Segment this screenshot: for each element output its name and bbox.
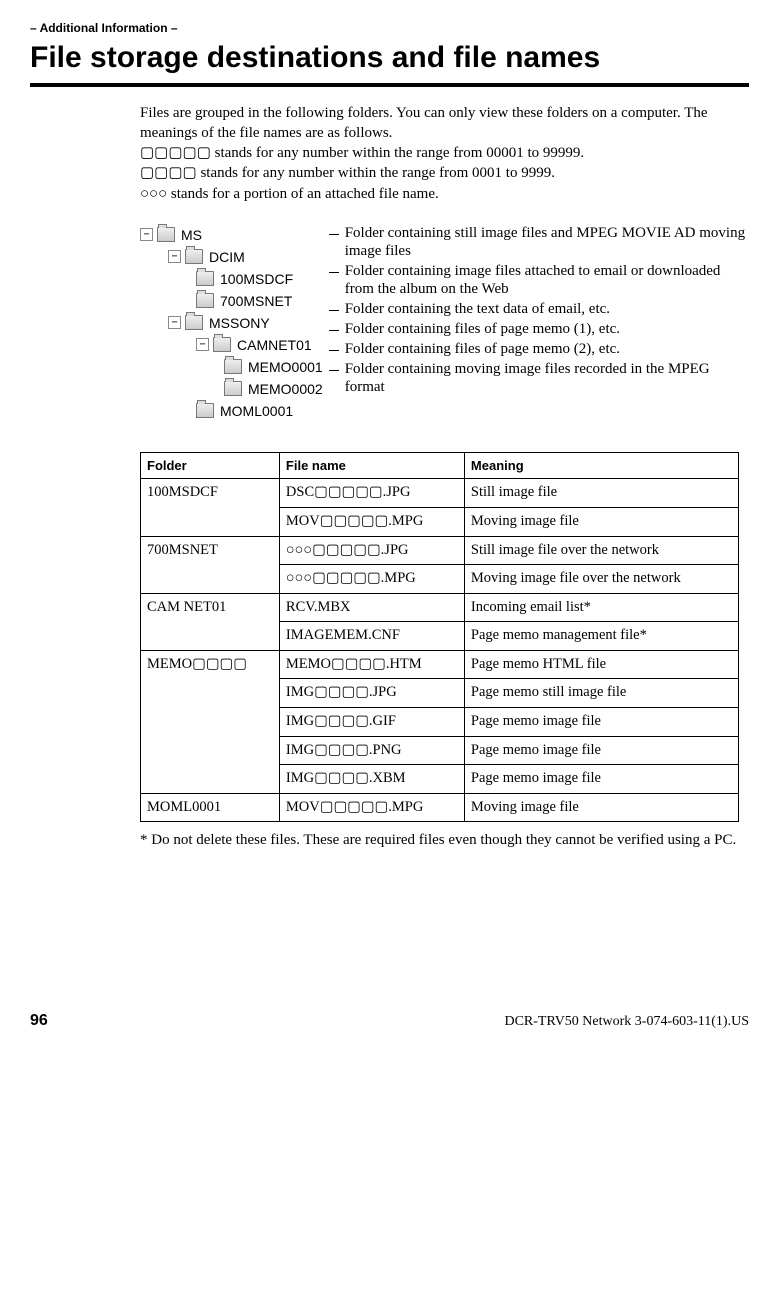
folder-desc: Folder containing image files attached t… xyxy=(335,262,749,298)
cell-file: IMG▢▢▢▢.XBM xyxy=(279,765,464,794)
intro-line: ▢▢▢▢ stands for any number within the ra… xyxy=(140,163,739,183)
cell-file: ○○○▢▢▢▢▢.MPG xyxy=(279,565,464,594)
tree-label: MS xyxy=(181,224,202,246)
cell-meaning: Page memo still image file xyxy=(464,679,738,708)
col-filename: File name xyxy=(279,452,464,479)
cell-meaning: Page memo HTML file xyxy=(464,650,738,679)
table-row: 700MSNET ○○○▢▢▢▢▢.JPG Still image file o… xyxy=(141,536,739,565)
intro-line: Files are grouped in the following folde… xyxy=(140,103,739,144)
page-number: 96 xyxy=(30,1010,48,1032)
table-row: MEMO▢▢▢▢ MEMO▢▢▢▢.HTM Page memo HTML fil… xyxy=(141,650,739,679)
table-header-row: Folder File name Meaning xyxy=(141,452,739,479)
tree-node: − MSSONY xyxy=(140,312,323,334)
folder-tree: −MS −DCIM 100MSDCF 700MSNET −MSSONY −CAM… xyxy=(140,224,323,422)
tree-label: 700MSNET xyxy=(220,290,292,312)
folder-desc: Folder containing files of page memo (2)… xyxy=(335,340,749,358)
cell-file: IMG▢▢▢▢.GIF xyxy=(279,707,464,736)
folder-icon xyxy=(185,249,203,264)
cell-meaning: Page memo image file xyxy=(464,707,738,736)
tree-node: − MS xyxy=(140,224,323,246)
folder-icon xyxy=(196,271,214,286)
tree-label: 100MSDCF xyxy=(220,268,293,290)
folder-icon xyxy=(213,337,231,352)
tree-node: 100MSDCF xyxy=(140,268,323,290)
cell-file: ○○○▢▢▢▢▢.JPG xyxy=(279,536,464,565)
cell-meaning: Page memo management file* xyxy=(464,622,738,651)
cell-folder: CAM NET01 xyxy=(141,593,280,650)
intro-line: ▢▢▢▢▢ stands for any number within the r… xyxy=(140,143,739,163)
tree-node: − DCIM xyxy=(140,246,323,268)
tree-node: − CAMNET01 xyxy=(140,334,323,356)
doc-id: DCR-TRV50 Network 3-074-603-11(1).US xyxy=(504,1013,749,1032)
tree-label: DCIM xyxy=(209,246,245,268)
cell-meaning: Still image file over the network xyxy=(464,536,738,565)
cell-meaning: Moving image file xyxy=(464,793,738,822)
folder-icon xyxy=(185,315,203,330)
folder-desc: Folder containing still image files and … xyxy=(335,224,749,260)
cell-file: MEMO▢▢▢▢.HTM xyxy=(279,650,464,679)
tree-node: MEMO0001 xyxy=(140,356,323,378)
cell-meaning: Incoming email list* xyxy=(464,593,738,622)
page-title: File storage destinations and file names xyxy=(30,38,749,79)
tree-label: MEMO0001 xyxy=(248,356,323,378)
col-meaning: Meaning xyxy=(464,452,738,479)
intro-line: ○○○ stands for a portion of an attached … xyxy=(140,184,739,204)
cell-meaning: Still image file xyxy=(464,479,738,508)
folder-icon xyxy=(224,359,242,374)
tree-label: MSSONY xyxy=(209,312,270,334)
page-footer: 96 DCR-TRV50 Network 3-074-603-11(1).US xyxy=(30,1010,749,1032)
cell-file: IMG▢▢▢▢.JPG xyxy=(279,679,464,708)
intro-block: Files are grouped in the following folde… xyxy=(140,103,739,204)
cell-folder: 700MSNET xyxy=(141,536,280,593)
cell-folder: MOML0001 xyxy=(141,793,280,822)
cell-folder: 100MSDCF xyxy=(141,479,280,536)
collapse-icon: − xyxy=(168,250,181,263)
cell-meaning: Page memo image file xyxy=(464,765,738,794)
collapse-icon: − xyxy=(168,316,181,329)
folder-desc: Folder containing the text data of email… xyxy=(335,300,749,318)
cell-meaning: Moving image file xyxy=(464,508,738,537)
cell-meaning: Page memo image file xyxy=(464,736,738,765)
cell-file: IMAGEMEM.CNF xyxy=(279,622,464,651)
cell-file: IMG▢▢▢▢.PNG xyxy=(279,736,464,765)
table-footnote: * Do not delete these files. These are r… xyxy=(140,830,739,850)
tree-label: CAMNET01 xyxy=(237,334,312,356)
folder-diagram: −MS −DCIM 100MSDCF 700MSNET −MSSONY −CAM… xyxy=(140,224,749,422)
cell-file: MOV▢▢▢▢▢.MPG xyxy=(279,793,464,822)
cell-file: DSC▢▢▢▢▢.JPG xyxy=(279,479,464,508)
title-rule xyxy=(30,83,749,87)
folder-icon xyxy=(224,381,242,396)
tree-label: MEMO0002 xyxy=(248,378,323,400)
table-row: MOML0001 MOV▢▢▢▢▢.MPG Moving image file xyxy=(141,793,739,822)
cell-meaning: Moving image file over the network xyxy=(464,565,738,594)
collapse-icon: − xyxy=(196,338,209,351)
folder-icon xyxy=(157,227,175,242)
folder-descriptions: Folder containing still image files and … xyxy=(335,224,749,398)
tree-label: MOML0001 xyxy=(220,400,293,422)
section-label: – Additional Information – xyxy=(30,20,749,36)
col-folder: Folder xyxy=(141,452,280,479)
cell-file: RCV.MBX xyxy=(279,593,464,622)
tree-node: MOML0001 xyxy=(140,400,323,422)
table-row: 100MSDCF DSC▢▢▢▢▢.JPG Still image file xyxy=(141,479,739,508)
folder-desc: Folder containing files of page memo (1)… xyxy=(335,320,749,338)
table-row: CAM NET01 RCV.MBX Incoming email list* xyxy=(141,593,739,622)
file-table: Folder File name Meaning 100MSDCF DSC▢▢▢… xyxy=(140,452,739,822)
folder-icon xyxy=(196,403,214,418)
tree-node: 700MSNET xyxy=(140,290,323,312)
tree-node: MEMO0002 xyxy=(140,378,323,400)
collapse-icon: − xyxy=(140,228,153,241)
folder-icon xyxy=(196,293,214,308)
cell-folder: MEMO▢▢▢▢ xyxy=(141,650,280,793)
cell-file: MOV▢▢▢▢▢.MPG xyxy=(279,508,464,537)
folder-desc: Folder containing moving image files rec… xyxy=(335,360,749,396)
